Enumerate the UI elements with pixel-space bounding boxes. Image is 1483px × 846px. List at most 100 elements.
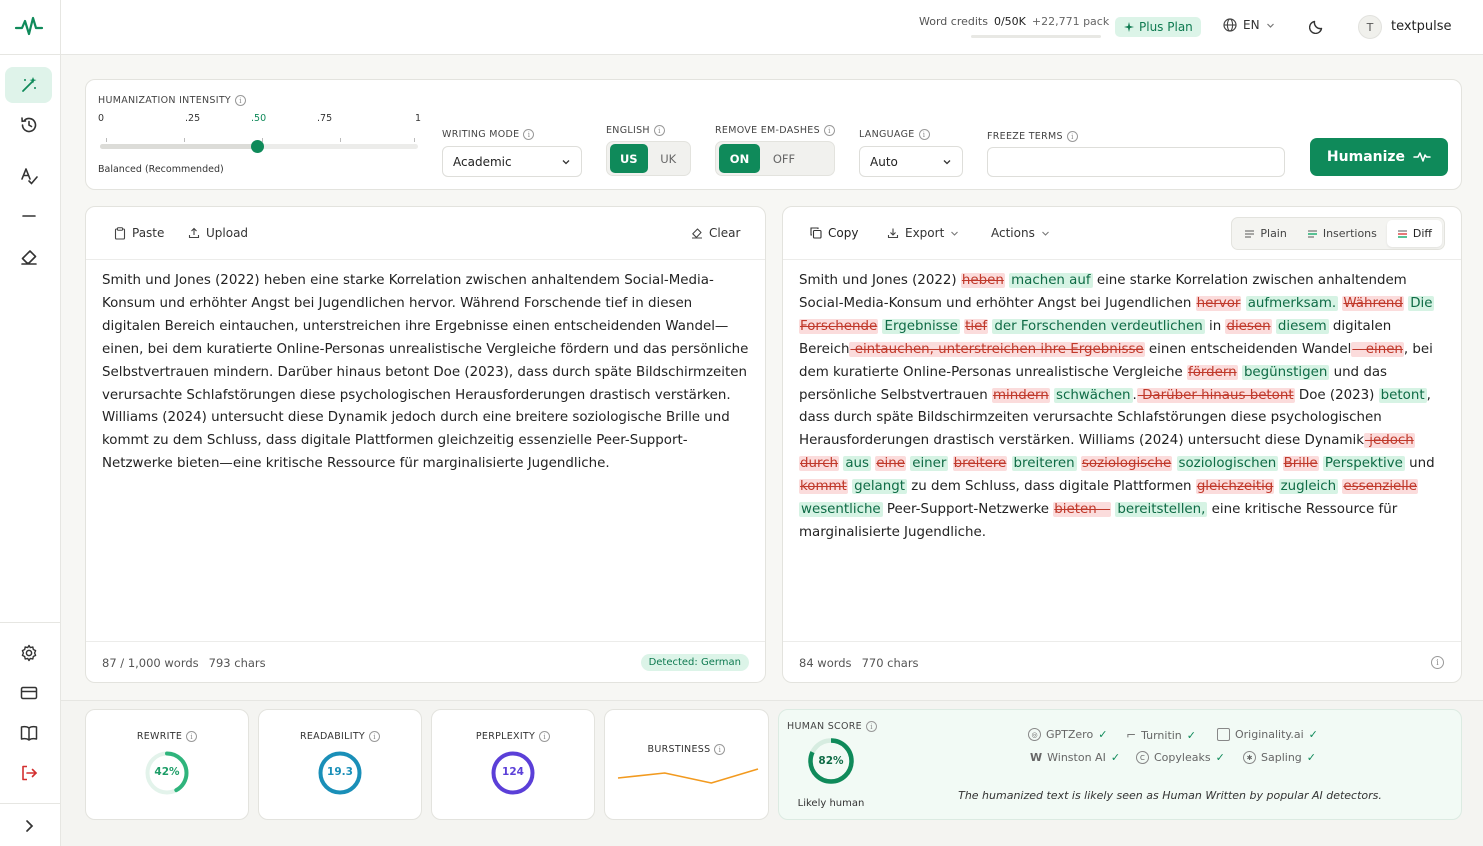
diff-deletion: gleichzeitig <box>1195 479 1275 495</box>
credit-card-icon <box>20 686 37 700</box>
top-bar: Word credits 0/50K +22,771 pack Plus Plan … <box>61 0 1483 55</box>
clear-button[interactable]: Clear <box>691 226 740 240</box>
chevron-down-icon <box>951 231 959 236</box>
pulse-logo-icon[interactable] <box>14 14 44 40</box>
humanize-button[interactable]: Humanize <box>1310 138 1448 176</box>
moon-icon <box>1308 20 1323 35</box>
rewrite-value: 42% <box>154 766 180 778</box>
sidebar-item-billing[interactable] <box>5 675 52 711</box>
chevron-down-icon <box>1041 231 1049 236</box>
tick-label: 1 <box>415 113 422 124</box>
language-dropdown[interactable]: Auto <box>859 146 963 177</box>
emdash-label: REMOVE EM-DASHES i <box>715 125 835 136</box>
perplexity-label: PERPLEXITY i <box>432 731 594 742</box>
detector-name: Originality.ai <box>1235 728 1304 741</box>
emdash-option-off[interactable]: OFF <box>762 144 806 173</box>
minus-icon <box>21 215 36 217</box>
emdash-toggle: ON OFF <box>715 141 835 176</box>
sidebar-item-history[interactable] <box>5 107 52 143</box>
human-score-verdict: Likely human <box>797 798 865 809</box>
diff-insertion: soziologischen <box>1176 456 1279 472</box>
intensity-slider[interactable] <box>100 140 418 153</box>
avatar[interactable]: T <box>1358 15 1382 39</box>
diff-deletion: Brille <box>1282 456 1319 472</box>
input-toolbar: Paste Upload Clear <box>86 207 765 260</box>
eraser-icon <box>692 228 702 239</box>
check-icon: ✓ <box>1110 751 1121 764</box>
gear-icon <box>21 644 36 662</box>
sidebar-item-humanize[interactable] <box>5 67 52 103</box>
perplexity-stat-card: PERPLEXITY i 124 <box>431 709 595 820</box>
english-option-uk[interactable]: UK <box>650 144 688 173</box>
burstiness-line <box>617 768 759 784</box>
slider-handle[interactable] <box>251 140 264 153</box>
english-option-us[interactable]: US <box>610 144 648 173</box>
info-icon[interactable]: i <box>523 129 535 140</box>
sidebar-item-eraser[interactable] <box>5 239 52 275</box>
download-icon <box>887 228 899 239</box>
freeze-terms-input[interactable] <box>987 147 1285 177</box>
input-text[interactable]: Smith und Jones (2022) heben eine starke… <box>102 270 749 476</box>
info-icon[interactable]: i <box>865 721 877 732</box>
info-icon[interactable]: i <box>369 731 381 742</box>
language-label-text: LANGUAGE <box>859 129 915 140</box>
paste-icon <box>114 226 126 240</box>
burstiness-label-text: BURSTINESS <box>647 744 711 755</box>
diff-insertion: zugleich <box>1278 479 1339 495</box>
input-footer: 87 / 1,000 words 793 chars Detected: Germ… <box>86 641 765 682</box>
info-icon[interactable]: i <box>1431 656 1444 669</box>
info-icon[interactable]: i <box>1066 131 1078 142</box>
sidebar-divider <box>0 54 61 55</box>
language-select[interactable]: EN <box>1223 18 1275 32</box>
diff-unchanged: in <box>1204 318 1226 334</box>
writing-mode-select[interactable]: Academic <box>442 146 582 177</box>
tab-diff[interactable]: Diff <box>1386 220 1442 247</box>
rewrite-stat-card: REWRITE i 42% <box>85 709 249 820</box>
output-diff-text[interactable]: Smith und Jones (2022) heben machen auf … <box>799 270 1445 545</box>
language-value: Auto <box>870 154 898 169</box>
diff-insertion: bereitstellen, <box>1115 502 1208 518</box>
paste-button[interactable]: Paste <box>114 226 164 240</box>
tab-insertions[interactable]: Insertions <box>1297 220 1387 247</box>
sidebar-item-docs[interactable] <box>5 715 52 751</box>
emdash-option-on[interactable]: ON <box>719 144 760 173</box>
english-label: ENGLISH i <box>606 125 665 136</box>
info-icon[interactable]: i <box>823 125 835 136</box>
info-icon[interactable]: i <box>186 731 198 742</box>
plan-badge[interactable]: Plus Plan <box>1115 17 1201 37</box>
tab-plain[interactable]: Plain <box>1234 220 1296 247</box>
export-label: Export <box>905 226 945 240</box>
sidebar-item-settings[interactable] <box>5 635 52 671</box>
info-icon[interactable]: i <box>235 95 247 106</box>
tick-mark <box>184 138 185 142</box>
info-icon[interactable]: i <box>714 744 726 755</box>
theme-toggle[interactable] <box>1308 18 1325 38</box>
output-pane: Copy Export Actions Plain Insertions Dif… <box>782 206 1462 683</box>
info-icon[interactable]: i <box>539 731 551 742</box>
export-button[interactable]: Export <box>887 226 959 240</box>
diff-insertion: aufmerksam. <box>1245 295 1339 311</box>
actions-button[interactable]: Actions <box>991 226 1050 240</box>
upload-button[interactable]: Upload <box>188 226 248 240</box>
gptzero-icon: ◎ <box>1028 728 1041 741</box>
info-icon[interactable]: i <box>653 125 665 136</box>
upload-label: Upload <box>206 226 249 240</box>
sidebar-item-spellcheck[interactable] <box>5 158 52 194</box>
diff-insertion: diesem <box>1275 318 1329 334</box>
copy-button[interactable]: Copy <box>810 226 858 240</box>
diff-unchanged: und <box>1404 456 1435 472</box>
readability-label: READABILITY i <box>259 731 421 742</box>
writing-mode-label: WRITING MODE i <box>442 129 535 140</box>
burstiness-sparkline <box>617 768 759 784</box>
credits-progress-bar <box>971 35 1101 38</box>
readability-value: 19.3 <box>327 766 353 778</box>
info-icon[interactable]: i <box>918 129 930 140</box>
sidebar-item-logout[interactable] <box>5 755 52 791</box>
human-score-value: 82% <box>818 755 844 767</box>
sidebar-expand-button[interactable] <box>5 808 52 844</box>
detector-name: Copyleaks <box>1154 751 1211 764</box>
sidebar-item-minus[interactable] <box>5 198 52 234</box>
username[interactable]: textpulse <box>1391 19 1452 34</box>
output-footer: 84 words 770 chars i <box>783 641 1461 682</box>
english-toggle: US UK <box>606 141 691 176</box>
